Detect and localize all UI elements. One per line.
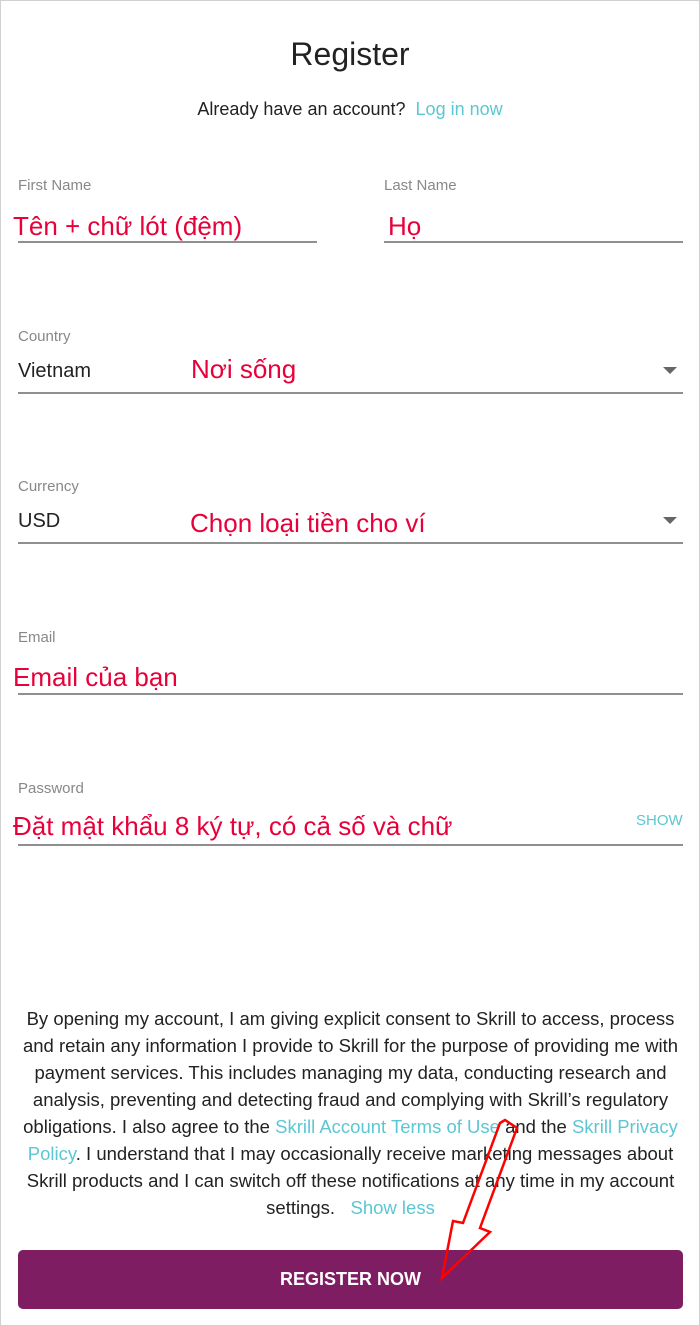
annotation-arrow-icon bbox=[440, 1118, 519, 1282]
